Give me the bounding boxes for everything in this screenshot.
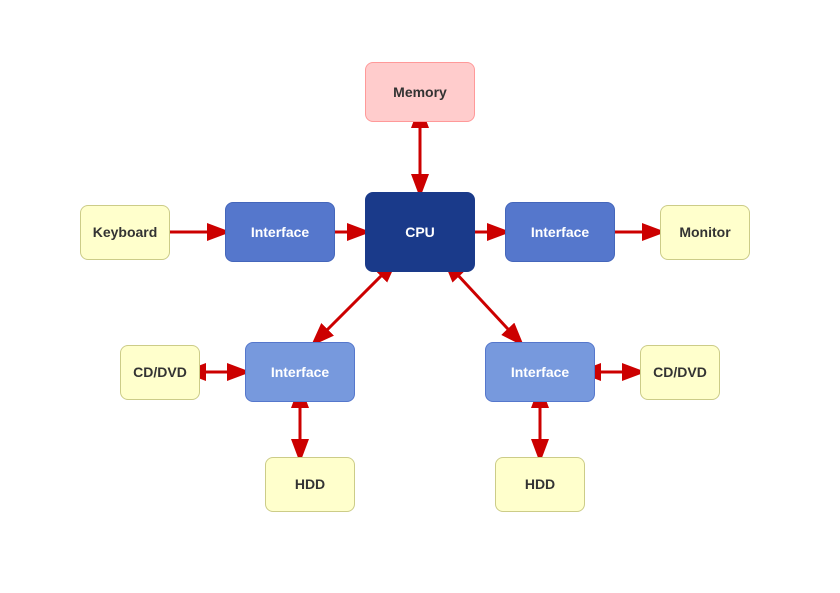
monitor-label: Monitor — [679, 224, 730, 240]
cddvd-right-label: CD/DVD — [653, 364, 707, 380]
diagram-container: Memory CPU Interface Interface Keyboard … — [30, 22, 810, 572]
cddvd-left-node: CD/DVD — [120, 345, 200, 400]
interface-left-node: Interface — [225, 202, 335, 262]
memory-label: Memory — [393, 84, 447, 100]
interface-right-label: Interface — [531, 224, 589, 240]
memory-node: Memory — [365, 62, 475, 122]
cddvd-right-node: CD/DVD — [640, 345, 720, 400]
keyboard-node: Keyboard — [80, 205, 170, 260]
interface-left-label: Interface — [251, 224, 309, 240]
cddvd-left-label: CD/DVD — [133, 364, 187, 380]
interface-bl-label: Interface — [271, 364, 329, 380]
interface-br-node: Interface — [485, 342, 595, 402]
keyboard-label: Keyboard — [93, 224, 158, 240]
hdd-right-node: HDD — [495, 457, 585, 512]
monitor-node: Monitor — [660, 205, 750, 260]
hdd-left-label: HDD — [295, 476, 325, 492]
interface-br-label: Interface — [511, 364, 569, 380]
cpu-node: CPU — [365, 192, 475, 272]
hdd-left-node: HDD — [265, 457, 355, 512]
cpu-label: CPU — [405, 224, 435, 240]
hdd-right-label: HDD — [525, 476, 555, 492]
interface-bl-node: Interface — [245, 342, 355, 402]
interface-right-node: Interface — [505, 202, 615, 262]
